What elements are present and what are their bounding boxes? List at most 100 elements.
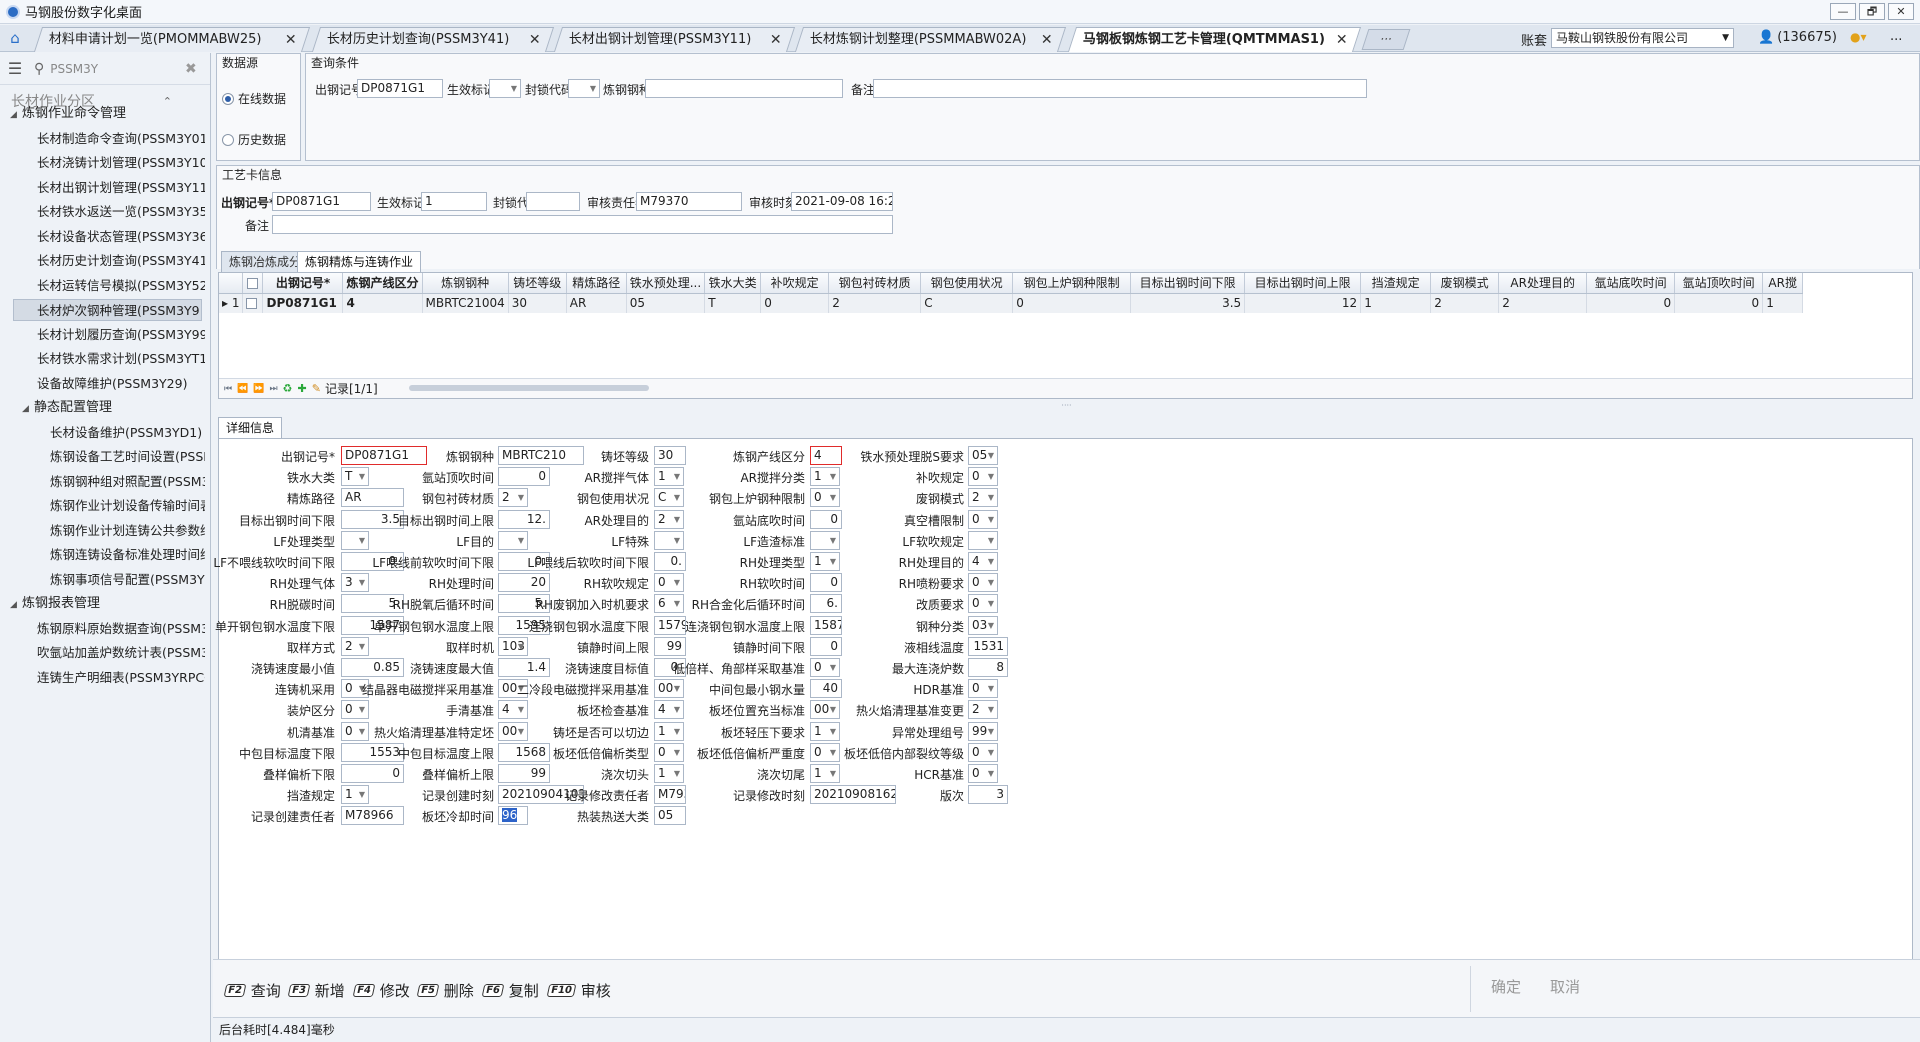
detail-input[interactable]: 0 [341, 764, 404, 783]
table-cell[interactable]: 2 [1498, 293, 1588, 313]
detail-input[interactable]: 12. [498, 509, 550, 529]
table-cell[interactable]: ▸ 1 [219, 293, 244, 313]
grid-column-header[interactable]: 挡渣规定 [1360, 273, 1432, 294]
table-cell[interactable]: 2 [1430, 293, 1500, 313]
card-remark-input[interactable] [272, 215, 893, 234]
detail-select[interactable]: 3 ▼ [341, 573, 369, 593]
sidebar-item[interactable]: 长材出钢计划管理(PSSM3Y11) [37, 177, 205, 199]
select-all-checkbox[interactable] [247, 277, 259, 289]
detail-input[interactable]: 6. [810, 594, 842, 614]
row-checkbox[interactable] [246, 298, 258, 310]
detail-select[interactable]: 0 ▼ [654, 742, 684, 762]
add-button[interactable]: F3 新增 [287, 980, 345, 1001]
card-valid-flag-input[interactable]: 1 [421, 192, 487, 211]
table-cell[interactable]: T [704, 293, 762, 313]
detail-input[interactable]: 1531 [968, 636, 1008, 656]
detail-select[interactable]: 1 ▼ [810, 721, 840, 741]
detail-select[interactable]: 0 ▼ [968, 679, 998, 699]
sidebar-folder[interactable]: ◢ 炼钢作业命令管理 [10, 103, 205, 125]
detail-select[interactable]: 2 ▼ [341, 636, 369, 656]
grid-column-header[interactable]: 氩站底吹时间 [1586, 273, 1676, 294]
query-remark-input[interactable] [873, 79, 1367, 98]
folder-expanded-icon[interactable]: ◢ [22, 398, 34, 419]
sidebar-item[interactable]: 长材设备维护(PSSM3YD1) [50, 422, 205, 444]
tab-history-plan[interactable]: 长材历史计划查询(PSSM3Y41) ✕ [311, 27, 555, 52]
clear-search-icon[interactable]: ✖ [185, 61, 197, 77]
add-row-icon[interactable]: ✚ [298, 382, 307, 395]
detail-select[interactable]: ▼ [654, 530, 684, 550]
grid-column-header[interactable]: 钢包上炉钢种限制 [1012, 273, 1132, 294]
grid-column-header[interactable]: 目标出钢时间下限 [1130, 273, 1246, 294]
table-cell[interactable]: DP0871G1 [262, 293, 344, 313]
table-cell[interactable]: 1 [1360, 293, 1432, 313]
restore-button[interactable]: 🗗 [1859, 3, 1885, 20]
detail-input[interactable]: 3.5 [341, 509, 404, 529]
table-cell[interactable]: 0 [760, 293, 830, 313]
detail-select[interactable]: 1 ▼ [810, 467, 840, 487]
detail-select[interactable]: 1 ▼ [654, 467, 684, 487]
sidebar-item[interactable]: 长材设备状态管理(PSSM3Y36) [37, 226, 205, 248]
table-cell[interactable]: AR [566, 293, 627, 313]
detail-select[interactable]: 1 ▼ [810, 552, 840, 571]
detail-select[interactable]: 03 ▼ [968, 615, 998, 635]
grid-column-header[interactable]: 目标出钢时间上限 [1244, 273, 1362, 294]
first-page-icon[interactable]: ⏮ [224, 384, 232, 394]
detail-select[interactable]: ▼ [810, 530, 840, 550]
more-menu-button[interactable]: ... [1890, 29, 1902, 44]
detail-input[interactable]: 1568 [498, 742, 550, 762]
table-cell[interactable]: 0 [1586, 293, 1676, 313]
detail-select[interactable]: 0 ▼ [341, 721, 369, 741]
detail-input[interactable]: 0 [810, 573, 842, 593]
detail-select[interactable]: 0 ▼ [810, 742, 840, 762]
table-cell[interactable]: MBRTC21004 [422, 293, 509, 313]
detail-select[interactable]: 0 ▼ [968, 594, 998, 614]
detail-select[interactable]: 1 ▼ [341, 785, 369, 805]
sidebar-item[interactable]: 炼钢连铸设备标准处理时间维护(P [50, 544, 205, 566]
detail-select[interactable]: 1 ▼ [654, 764, 684, 783]
tab-steelmaking-plan[interactable]: 长材炼钢计划整理(PSSMMABW02A) ✕ [794, 27, 1067, 52]
grid-column-header[interactable]: 炼钢产线区分 [342, 273, 423, 294]
minimize-button[interactable]: — [1830, 3, 1856, 20]
radio-history-data[interactable]: 历史数据 [222, 131, 286, 148]
home-icon[interactable]: ⌂ [0, 25, 30, 52]
detail-input[interactable]: MBRTC210 [498, 446, 584, 465]
grid-column-header[interactable]: 铸坯等级 [508, 273, 567, 294]
grid-column-header[interactable]: 铁水预处理... [626, 273, 706, 294]
grid-column-header[interactable]: 炼钢钢种 [422, 273, 509, 294]
detail-input[interactable]: 99 [498, 764, 550, 783]
detail-select[interactable]: 0 ▼ [810, 488, 840, 508]
table-cell[interactable]: 4 [342, 293, 423, 313]
table-cell[interactable]: 0 [1674, 293, 1764, 313]
query-button[interactable]: F2 查询 [223, 980, 281, 1001]
detail-select[interactable]: 103 ▼ [498, 636, 528, 656]
tab-close-icon[interactable]: ✕ [1336, 28, 1348, 52]
detail-input[interactable]: 3 [968, 785, 1008, 805]
detail-select[interactable]: 2 ▼ [654, 509, 684, 529]
sidebar-item[interactable]: 炼钢作业计划连铸公共参数维护(P [50, 520, 205, 542]
detail-select[interactable]: T ▼ [341, 467, 369, 487]
sidebar-item[interactable]: 连铸生产明细表(PSSM3YRPCC) [37, 667, 205, 689]
menu-icon[interactable]: ☰ [0, 59, 30, 78]
grid-column-header[interactable]: AR处理目的 [1498, 273, 1588, 294]
detail-input[interactable]: 20210908162652 [810, 785, 896, 805]
sidebar-item[interactable]: 炼钢事项信号配置(PSSM3YS1) [50, 569, 205, 591]
sidebar-item[interactable]: 设备故障维护(PSSM3Y29) [37, 373, 205, 395]
sidebar-item[interactable]: 炼钢原料原始数据查询(PSSM3YP05 [37, 618, 205, 640]
horizontal-scrollbar[interactable] [409, 385, 1899, 392]
detail-select[interactable]: 00 ▼ [498, 721, 528, 741]
table-cell[interactable]: 05 [626, 293, 706, 313]
grid-column-header[interactable]: 出钢记号* [262, 273, 344, 294]
table-cell[interactable]: 30 [508, 293, 567, 313]
tab-close-icon[interactable]: ✕ [1041, 28, 1053, 52]
detail-select[interactable]: 0 ▼ [968, 467, 998, 487]
query-lock-code-select[interactable]: ▼ [568, 79, 600, 98]
card-lock-code-input[interactable] [526, 192, 580, 211]
detail-select[interactable]: 0 ▼ [968, 764, 998, 783]
grid-column-header[interactable] [242, 273, 264, 294]
detail-input[interactable]: 0. [654, 552, 686, 571]
refresh-icon[interactable]: ♻ [283, 382, 293, 395]
detail-select[interactable]: 4 ▼ [968, 552, 998, 571]
folder-expanded-icon[interactable]: ◢ [10, 594, 22, 615]
table-cell[interactable]: 0 [1012, 293, 1132, 313]
detail-input[interactable]: M79370 [654, 785, 686, 805]
